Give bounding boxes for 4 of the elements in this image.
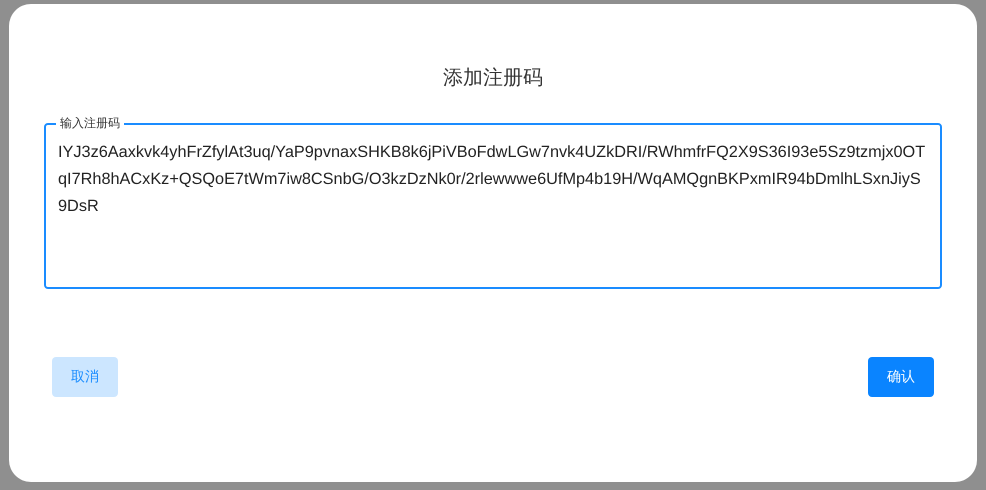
field-label: 输入注册码: [56, 116, 124, 130]
confirm-button[interactable]: 确认: [868, 357, 934, 397]
cancel-button[interactable]: 取消: [52, 357, 118, 397]
dialog-title: 添加注册码: [443, 64, 543, 91]
